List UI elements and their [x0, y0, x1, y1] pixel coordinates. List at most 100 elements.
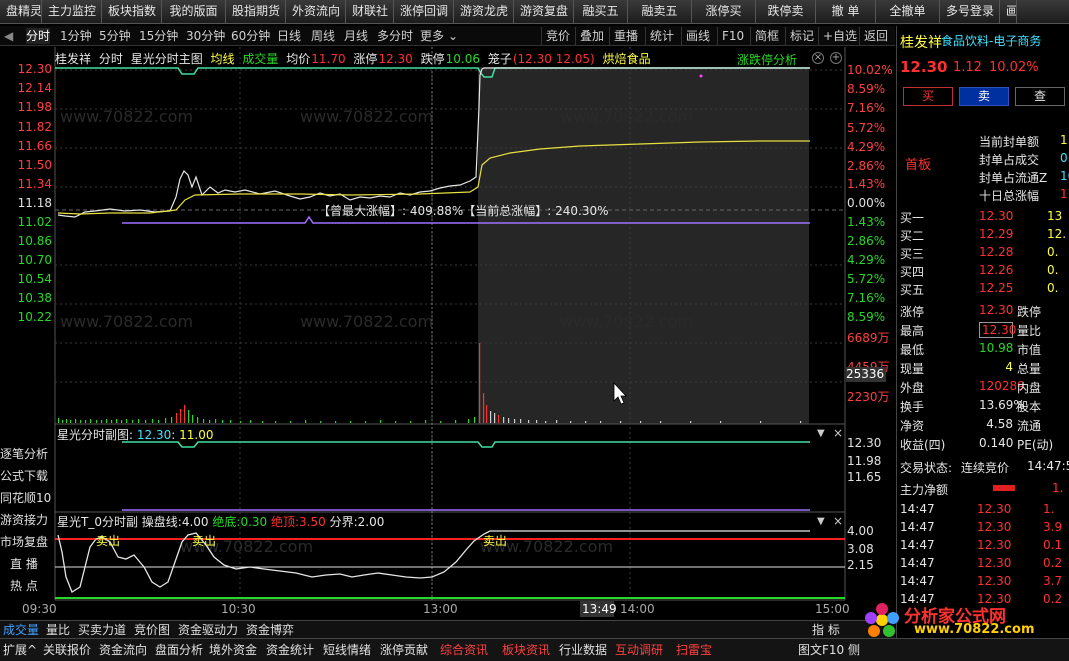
volume-bar [494, 413, 496, 423]
tab-period-6[interactable]: 日线 [277, 28, 301, 44]
tab-period-3[interactable]: 15分钟 [139, 28, 178, 44]
bottom-function-item[interactable]: 综合资讯 [440, 642, 488, 658]
bottom-function-item[interactable]: 盘面分析 [155, 642, 203, 658]
tab-indicator-2[interactable]: 买卖力道 [78, 622, 126, 638]
tab-indicator-4[interactable]: 资金驱动力 [178, 622, 238, 638]
nav-item[interactable]: 热 点 [0, 577, 54, 595]
top-menu-item[interactable]: 游资龙虎 [454, 0, 514, 23]
sector-label[interactable]: 烘焙食品 [603, 52, 651, 66]
sub2-close-icon[interactable]: × [833, 514, 843, 528]
bottom-function-item[interactable]: 境外资金 [209, 642, 257, 658]
bid-price[interactable]: 12.28 [979, 245, 1013, 259]
top-menu-item[interactable]: 撤 单 [816, 0, 876, 23]
sub1-title[interactable]: 星光分时副图 [57, 428, 129, 442]
bottom-function-item[interactable]: 资金流向 [99, 642, 147, 658]
limit-analysis-label[interactable]: 涨跌停分析 [737, 51, 797, 68]
bottom-f10-button[interactable]: 图文F10 [798, 642, 844, 658]
top-menu-item[interactable]: 股指期货 [226, 0, 286, 23]
tab-period-0[interactable]: 分时 [26, 28, 51, 44]
sell-button[interactable]: 卖 [959, 87, 1009, 106]
settings-circle-icon[interactable]: + [830, 52, 842, 64]
top-menu-item[interactable]: 融买五 [574, 0, 628, 23]
tab-tool-0[interactable]: 竞价 [541, 27, 570, 45]
bottom-function-item[interactable]: 板块资讯 [502, 642, 550, 658]
nav-item[interactable]: 直 播 [0, 555, 54, 573]
bottom-side-button[interactable]: 侧 [848, 642, 860, 658]
tab-tool-6[interactable]: 简框 [750, 27, 779, 45]
chevron-down-icon[interactable]: ⌄ [448, 28, 458, 44]
marker-dot [699, 74, 703, 78]
volume-bar [290, 421, 292, 423]
tab-tool-9[interactable]: 返回 [859, 27, 888, 45]
tab-tool-5[interactable]: F10 [717, 27, 744, 45]
top-menu-item[interactable]: 涨停买 [692, 0, 756, 23]
tab-period-4[interactable]: 30分钟 [186, 28, 225, 44]
nav-item[interactable]: 逐笔分析 [0, 445, 54, 463]
bid-price[interactable]: 12.26 [979, 263, 1013, 277]
panel-sector[interactable]: 食品饮料-电子商务 [941, 32, 1041, 49]
bid-price[interactable]: 12.30 [979, 209, 1013, 223]
tab-tool-1[interactable]: 叠加 [575, 27, 604, 45]
top-menu-item[interactable]: 财联社 [346, 0, 394, 23]
query-button[interactable]: 查 [1015, 87, 1065, 106]
top-menu-item[interactable]: 融卖五 [628, 0, 692, 23]
top-menu-item[interactable]: 我的版面 [162, 0, 226, 23]
tab-tool-3[interactable]: 统计 [645, 27, 674, 45]
tab-indicator-5[interactable]: 资金博弈 [246, 622, 294, 638]
bottom-function-item[interactable]: 涨停贡献 [380, 642, 428, 658]
bid-price[interactable]: 12.29 [979, 227, 1013, 241]
tab-period-5[interactable]: 60分钟 [231, 28, 270, 44]
nav-item[interactable]: 同花顺10 [0, 489, 54, 507]
top-menu-item[interactable]: 主力监控 [42, 0, 102, 23]
tab-period-7[interactable]: 周线 [311, 28, 335, 44]
tab-period-1[interactable]: 1分钟 [60, 28, 92, 44]
bottom-function-item[interactable]: 扫雷宝 [676, 642, 712, 658]
nav-item[interactable]: 公式下载 [0, 467, 54, 485]
bottom-function-item[interactable]: 短线情绪 [323, 642, 371, 658]
buy-button[interactable]: 买 [903, 87, 953, 106]
tab-tool-7[interactable]: 标记 [785, 27, 814, 45]
tab-indicator-0[interactable]: 成交量 [3, 622, 39, 638]
sub1-dropdown-icon[interactable]: ▼ [817, 428, 825, 439]
close-circle-icon[interactable]: × [812, 52, 824, 64]
top-menu-item[interactable]: 盘精灵 [0, 0, 42, 23]
top-menu-item[interactable]: 画 [1000, 0, 1017, 23]
bid-price[interactable]: 12.25 [979, 281, 1013, 295]
expand-arrow-icon[interactable]: ◀ [4, 28, 13, 44]
sub1-close-icon[interactable]: × [833, 426, 843, 440]
top-menu-item[interactable]: 外资流向 [286, 0, 346, 23]
bottom-function-item[interactable]: 扩展^ [3, 642, 37, 658]
volume-bar [145, 420, 147, 423]
panel-price: 12.30 [900, 58, 948, 76]
tab-indicator-1[interactable]: 量比 [46, 622, 70, 638]
bid-volume: 0. [1047, 263, 1059, 277]
indicator-menu[interactable]: 指 标 [812, 622, 840, 638]
bottom-function-item[interactable]: 行业数据 [559, 642, 607, 658]
bid-volume: 12. [1047, 227, 1067, 241]
top-menu-item[interactable]: 板块指数 [102, 0, 162, 23]
tab-tool-4[interactable]: 画线 [681, 27, 710, 45]
tab-period-9[interactable]: 多分时 [377, 28, 413, 44]
sub2-dropdown-icon[interactable]: ▼ [817, 516, 825, 527]
top-menu-item[interactable]: 全撤单 [876, 0, 940, 23]
tab-period-2[interactable]: 5分钟 [99, 28, 131, 44]
tab-period-8[interactable]: 月线 [344, 28, 368, 44]
limit-down-value: 10.06 [445, 52, 480, 66]
sub2-title[interactable]: 星光T_0分时副 [57, 515, 138, 529]
bid-label: 买三 [900, 247, 925, 261]
top-menu-item[interactable]: 涨停回调 [394, 0, 454, 23]
indicator-name[interactable]: 星光分时主图 [131, 52, 203, 66]
bottom-function-item[interactable]: 资金统计 [266, 642, 314, 658]
tab-tool-2[interactable]: 重播 [609, 27, 638, 45]
tab-indicator-3[interactable]: 竞价图 [134, 622, 170, 638]
top-menu-item[interactable]: 游资复盘 [514, 0, 574, 23]
tab-period-10[interactable]: 更多 [420, 28, 444, 44]
chart-area[interactable]: www.70822.com www.70822.com www.70822.co… [0, 47, 895, 620]
nav-item[interactable]: 游资接力 [0, 511, 54, 529]
top-menu-item[interactable]: 多号登录 [940, 0, 1000, 23]
bottom-function-item[interactable]: 关联报价 [43, 642, 91, 658]
bottom-function-item[interactable]: 互动调研 [615, 642, 663, 658]
tab-tool-8[interactable]: +自选 [818, 27, 857, 45]
nav-item[interactable]: 市场复盘 [0, 533, 54, 551]
top-menu-item[interactable]: 跌停卖 [756, 0, 816, 23]
